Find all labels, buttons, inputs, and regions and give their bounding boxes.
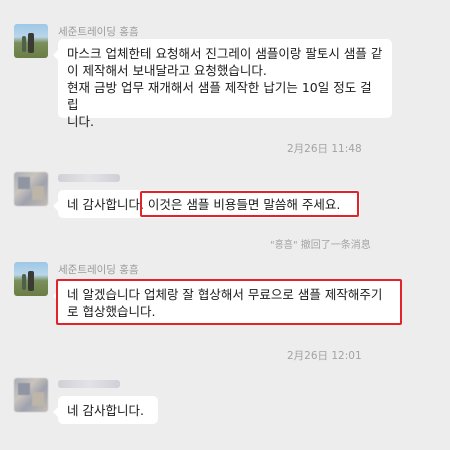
avatar[interactable] — [14, 24, 48, 58]
timestamp: 2月26日 11:48 — [287, 143, 362, 155]
sender-name-redacted — [58, 174, 120, 182]
sender-name: 세준트레이딩 홍흠 — [58, 264, 139, 276]
message-line: 이 제작해서 보내달라고 요청했습니다. — [67, 63, 267, 78]
avatar[interactable] — [14, 262, 48, 296]
message-bubble[interactable]: 네 감사합니다. — [53, 396, 158, 424]
recall-notice: "홍흠" 撤回了一条消息 — [270, 240, 371, 251]
timestamp: 2月26日 12:01 — [287, 350, 362, 362]
message-line: 현재 금방 업무 재개해서 샘플 제작한 납기는 10일 정도 걸립 — [67, 80, 372, 112]
sender-name: 세준트레이딩 홍흠 — [58, 26, 139, 38]
sender-name-redacted — [58, 380, 120, 388]
avatar[interactable] — [14, 172, 48, 206]
message-bubble[interactable]: 마스크 업체한테 요청해서 진그레이 샘플이랑 팔토시 샘플 같 이 제작해서 … — [53, 39, 392, 129]
message-line: 마스크 업체한테 요청해서 진그레이 샘플이랑 팔토시 샘플 같 — [67, 46, 383, 61]
message-line: 니다. — [67, 114, 94, 129]
highlight-box — [56, 279, 402, 325]
message-text: 네 감사합니다. — [67, 403, 144, 418]
avatar[interactable] — [14, 378, 48, 412]
highlight-box — [140, 191, 359, 217]
message-text: 네 감사합니다 — [67, 197, 140, 212]
